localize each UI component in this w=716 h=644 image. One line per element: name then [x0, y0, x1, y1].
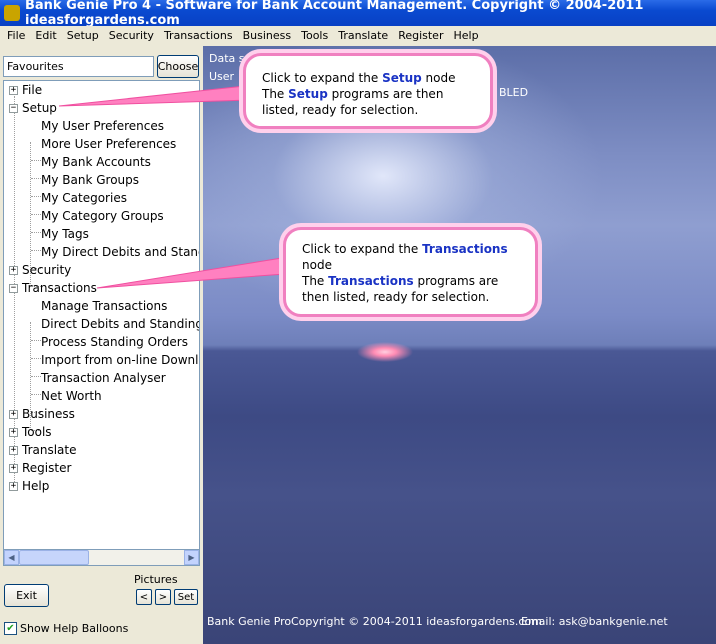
favourites-field[interactable] [3, 56, 154, 77]
setup-balloon-line2: The Setup programs are then [262, 87, 444, 101]
transactions-balloon-line1: Click to expand the Transactions [302, 242, 508, 256]
expand-plus-icon[interactable]: + [9, 409, 18, 419]
show-help-balloons-label: Show Help Balloons [20, 622, 129, 635]
menu-setup[interactable]: Setup [62, 29, 104, 42]
title-bar: Bank Genie Pro 4 - Software for Bank Acc… [0, 0, 716, 28]
expand-plus-icon[interactable]: + [9, 265, 18, 275]
pictures-label: Pictures [134, 573, 178, 586]
window-title: Bank Genie Pro 4 - Software for Bank Acc… [25, 0, 644, 28]
tree-item-my-direct-debits[interactable]: My Direct Debits and Standin [41, 243, 199, 261]
tree-node-transactions[interactable]: − Transactions [9, 279, 97, 297]
transactions-help-balloon: Click to expand the Transactions node Th… [283, 227, 538, 317]
transactions-balloon-line2: node [302, 258, 332, 272]
tree-item-my-bank-accounts[interactable]: My Bank Accounts [41, 153, 151, 171]
expand-plus-icon[interactable]: + [9, 445, 18, 455]
show-help-balloons-toggle[interactable]: ✔ Show Help Balloons [4, 622, 128, 635]
scroll-right-icon[interactable]: ▶ [184, 550, 199, 565]
tree-item-my-user-preferences[interactable]: My User Preferences [41, 117, 164, 135]
menu-translate[interactable]: Translate [333, 29, 393, 42]
expand-plus-icon[interactable]: + [9, 85, 18, 95]
tree-item-import-online-downloads[interactable]: Import from on-line Downloa [41, 351, 199, 369]
menu-register[interactable]: Register [393, 29, 448, 42]
tree-item-net-worth[interactable]: Net Worth [41, 387, 102, 405]
collapse-minus-icon[interactable]: − [9, 283, 18, 293]
tree-node-label: Business [22, 407, 75, 421]
tree-node-label: File [22, 83, 43, 97]
footer-email: Email: ask@bankgenie.net [521, 615, 668, 628]
setup-help-balloon: Click to expand the Setup node The Setup… [243, 53, 493, 129]
tree-item-more-user-preferences[interactable]: More User Preferences [41, 135, 176, 153]
tree-node-label: Setup [22, 101, 57, 115]
navigation-panel: Choose + File − Setup My User Preference… [0, 46, 203, 644]
tree-item-my-tags[interactable]: My Tags [41, 225, 89, 243]
status-text: BLED [499, 86, 529, 99]
tree-item-my-category-groups[interactable]: My Category Groups [41, 207, 164, 225]
tree-node-tools[interactable]: + Tools [9, 423, 52, 441]
menu-bar: File Edit Setup Security Transactions Bu… [0, 26, 716, 45]
menu-tools[interactable]: Tools [296, 29, 333, 42]
tree-node-label: Register [22, 461, 72, 475]
menu-file[interactable]: File [2, 29, 30, 42]
choose-button[interactable]: Choose [157, 55, 199, 78]
expand-plus-icon[interactable]: + [9, 463, 18, 473]
tree-node-file[interactable]: + File [9, 81, 42, 99]
tree-node-business[interactable]: + Business [9, 405, 75, 423]
menu-edit[interactable]: Edit [30, 29, 61, 42]
menu-help[interactable]: Help [448, 29, 483, 42]
exit-button[interactable]: Exit [4, 584, 49, 607]
footer-copyright: Copyright © 2004-2011 ideasforgardens.co… [291, 615, 542, 628]
menu-security[interactable]: Security [104, 29, 159, 42]
checkbox-checked-icon[interactable]: ✔ [4, 622, 17, 635]
set-picture-button[interactable]: Set [174, 589, 198, 605]
tree-node-setup[interactable]: − Setup [9, 99, 57, 117]
previous-picture-button[interactable]: < [136, 589, 152, 605]
expand-plus-icon[interactable]: + [9, 427, 18, 437]
user-label: User [209, 70, 235, 83]
background-photo: Data s User BLED Bank Genie Pro Copyrigh… [203, 46, 716, 644]
app-icon [4, 5, 20, 21]
program-tree[interactable]: + File − Setup My User Preferences More … [3, 80, 200, 565]
scrollbar-thumb[interactable] [19, 550, 89, 565]
data-label: Data s [209, 52, 245, 65]
menu-business[interactable]: Business [238, 29, 297, 42]
transactions-balloon-line3: The Transactions programs are [302, 274, 499, 288]
setup-balloon-line3: listed, ready for selection. [262, 103, 419, 117]
scroll-left-icon[interactable]: ◀ [4, 550, 19, 565]
tree-node-label: Transactions [22, 281, 97, 295]
tree-node-label: Security [22, 263, 72, 277]
tree-item-manage-transactions[interactable]: Manage Transactions [41, 297, 167, 315]
tree-item-my-bank-groups[interactable]: My Bank Groups [41, 171, 139, 189]
collapse-minus-icon[interactable]: − [9, 103, 18, 113]
tree-horizontal-scrollbar[interactable]: ◀ ▶ [3, 549, 200, 566]
tree-node-translate[interactable]: + Translate [9, 441, 77, 459]
tree-item-transaction-analyser[interactable]: Transaction Analyser [41, 369, 166, 387]
transactions-balloon-line4: then listed, ready for selection. [302, 290, 490, 304]
menu-transactions[interactable]: Transactions [159, 29, 238, 42]
footer-app-name: Bank Genie Pro [207, 615, 292, 628]
tree-node-label: Tools [22, 425, 52, 439]
tree-node-help[interactable]: + Help [9, 477, 49, 495]
tree-node-label: Help [22, 479, 50, 493]
expand-plus-icon[interactable]: + [9, 481, 18, 491]
tree-node-security[interactable]: + Security [9, 261, 71, 279]
tree-item-direct-debits-standing[interactable]: Direct Debits and Standing C [41, 315, 199, 333]
next-picture-button[interactable]: > [155, 589, 171, 605]
tree-node-label: Translate [22, 443, 77, 457]
tree-item-process-standing-orders[interactable]: Process Standing Orders [41, 333, 188, 351]
tree-node-register[interactable]: + Register [9, 459, 71, 477]
tree-item-my-categories[interactable]: My Categories [41, 189, 127, 207]
setup-balloon-line1: Click to expand the Setup node [262, 71, 456, 85]
